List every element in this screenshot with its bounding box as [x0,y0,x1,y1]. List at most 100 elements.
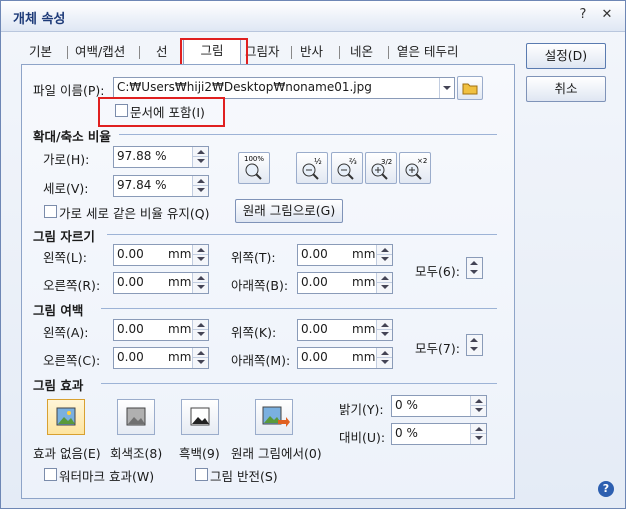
spinner-arrows[interactable] [192,176,208,196]
zoom-three-halves-button[interactable]: 3/2 [365,152,397,184]
ok-button[interactable]: 설정(D) [526,43,606,69]
effect-original-label: 원래 그림에서(0) [231,446,322,461]
file-path-combo[interactable]: C:₩Users₩hiji2₩Desktop₩noname01.jpg [113,77,455,99]
folder-icon [462,83,478,95]
title-bar: 개체 속성 ? ✕ [1,1,625,32]
section-divider [101,308,497,309]
close-icon[interactable]: ✕ [599,7,615,23]
tab-separator [139,46,140,59]
unit-label: mm [168,322,192,336]
crop-bottom-spinner[interactable]: 0.00 mm [297,272,393,294]
scale-height-label: 세로(V): [43,181,89,196]
effect-original-button[interactable] [255,399,293,435]
effect-none-button[interactable] [47,399,85,435]
zoom-double-button[interactable]: ×2 [399,152,431,184]
svg-text:½: ½ [314,157,322,166]
crop-right-value: 0.00 [117,275,144,289]
section-divider [119,134,497,135]
crop-left-value: 0.00 [117,247,144,261]
crop-all-spinner[interactable] [466,257,483,279]
file-name-label: 파일 이름(P): [33,83,105,98]
effect-bw-label: 흑백(9) [179,446,220,461]
tab-soft-edge[interactable]: 옅은 테두리 [397,41,458,63]
margin-right-spinner[interactable]: 0.00 mm [113,347,209,369]
tab-neon[interactable]: 네온 [350,41,373,63]
margin-top-value: 0.00 [301,322,328,336]
tab-margin-caption[interactable]: 여백/캡션 [75,41,125,63]
crop-right-label: 오른쪽(R): [43,278,101,293]
scale-section-title: 확대/축소 비율 [33,129,111,144]
tab-shadow[interactable]: 그림자 [245,41,280,63]
spinner-arrows[interactable] [376,348,392,368]
margin-all-spinner[interactable] [466,334,483,356]
scale-width-value: 97.88 % [117,149,167,163]
margin-top-spinner[interactable]: 0.00 mm [297,319,393,341]
spinner-arrows[interactable] [192,320,208,340]
keep-ratio-checkbox[interactable] [44,205,57,218]
tab-reflection[interactable]: 반사 [300,41,323,63]
spinner-arrows[interactable] [376,320,392,340]
browse-folder-button[interactable] [457,76,483,100]
spinner-arrows[interactable] [192,273,208,293]
margin-bottom-spinner[interactable]: 0.00 mm [297,347,393,369]
invert-checkbox[interactable] [195,468,208,481]
zoom-in-icon: ×2 [405,157,427,180]
effect-grayscale-label: 회색조(8) [110,446,163,461]
margin-right-label: 오른쪽(C): [43,353,101,368]
help-icon[interactable]: ? [575,7,591,23]
spinner-arrows[interactable] [192,348,208,368]
spinner-arrows[interactable] [192,245,208,265]
help-circle-icon[interactable]: ? [598,481,614,497]
spinner-arrows[interactable] [470,424,486,444]
zoom-two-thirds-button[interactable]: ⅔ [331,152,363,184]
spinner-arrows[interactable] [376,245,392,265]
spinner-arrows[interactable] [470,396,486,416]
crop-right-spinner[interactable]: 0.00 mm [113,272,209,294]
tab-separator [388,46,389,59]
zoom-out-icon: ⅔ [337,157,357,180]
keep-ratio-label: 가로 세로 같은 비율 유지(Q) [59,206,210,221]
tab-separator [291,46,292,59]
crop-left-label: 왼쪽(L): [43,250,87,265]
zoom-100-icon: 100% [244,155,264,180]
svg-text:3/2: 3/2 [381,158,392,166]
contrast-value: 0 % [395,426,418,440]
svg-text:⅔: ⅔ [349,157,357,166]
picture-restore-icon [262,406,290,427]
crop-left-spinner[interactable]: 0.00 mm [113,244,209,266]
zoom-out-icon: ½ [302,157,322,180]
unit-label: mm [352,322,376,336]
margin-right-value: 0.00 [117,350,144,364]
tab-basic[interactable]: 기본 [29,41,52,63]
cancel-button[interactable]: 취소 [526,76,606,102]
scale-height-value: 97.84 % [117,178,167,192]
spinner-arrows[interactable] [376,273,392,293]
invert-label: 그림 반전(S) [210,469,278,484]
scale-width-spinner[interactable]: 97.88 % [113,146,209,168]
original-size-button[interactable]: 원래 그림으로(G) [235,199,343,223]
unit-label: mm [168,350,192,364]
tab-line[interactable]: 선 [156,41,168,63]
effect-bw-button[interactable] [181,399,219,435]
brightness-label: 밝기(Y): [339,402,384,417]
margin-left-label: 왼쪽(A): [43,325,89,340]
combo-arrow[interactable] [439,78,454,98]
object-properties-dialog: 개체 속성 ? ✕ 기본 여백/캡션 선 그림 그림자 반사 네온 옅은 테두리… [0,0,626,509]
margin-left-spinner[interactable]: 0.00 mm [113,319,209,341]
zoom-half-button[interactable]: ½ [296,152,328,184]
crop-all-label: 모두(6): [415,264,460,279]
contrast-spinner[interactable]: 0 % [391,423,487,445]
embed-checkbox[interactable] [115,104,128,117]
crop-top-spinner[interactable]: 0.00 mm [297,244,393,266]
scale-height-spinner[interactable]: 97.84 % [113,175,209,197]
file-path-value: C:₩Users₩hiji2₩Desktop₩noname01.jpg [117,80,372,94]
watermark-checkbox[interactable] [44,468,57,481]
brightness-spinner[interactable]: 0 % [391,395,487,417]
effect-grayscale-button[interactable] [117,399,155,435]
tab-separator [67,46,68,59]
spinner-arrows[interactable] [192,147,208,167]
zoom-100-button[interactable]: 100% [238,152,270,184]
crop-top-label: 위쪽(T): [231,250,276,265]
zoom-in-icon: 3/2 [371,158,392,180]
brightness-value: 0 % [395,398,418,412]
